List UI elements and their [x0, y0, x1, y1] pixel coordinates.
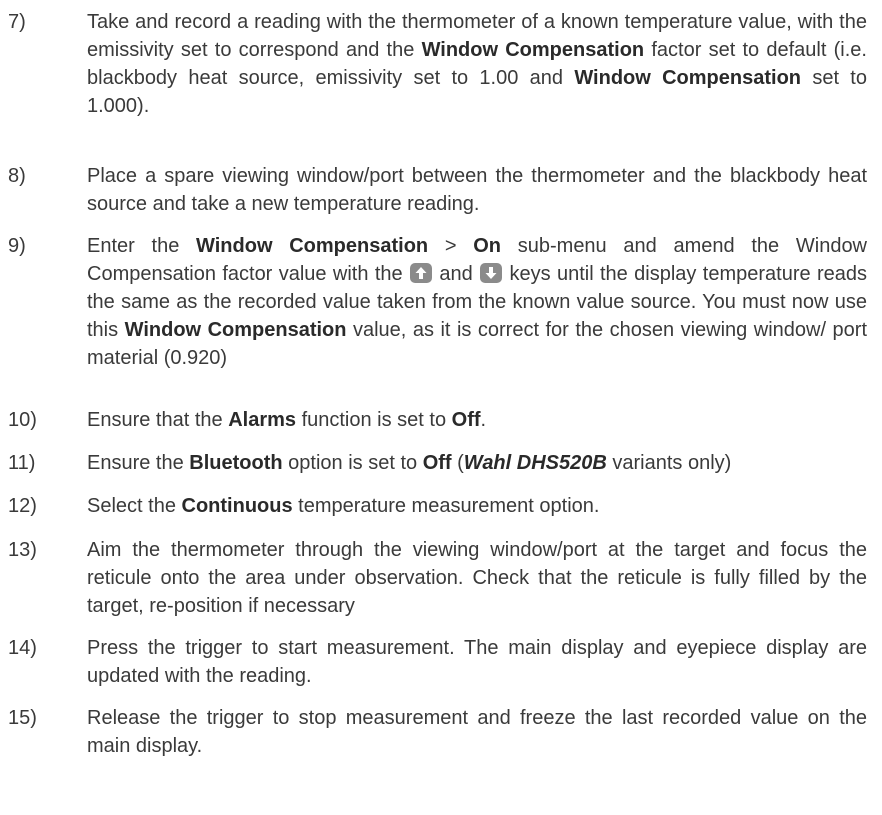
text-run: Press the trigger to start measurement. …	[87, 637, 867, 687]
step-number: 12)	[8, 495, 37, 517]
up-arrow-key-icon	[409, 263, 432, 283]
text-run: (	[451, 452, 464, 474]
step-number: 9)	[8, 235, 26, 257]
bold-term: Off	[422, 452, 452, 474]
text-run: option is set to	[282, 452, 423, 474]
step-text: Press the trigger to start measurement. …	[87, 634, 867, 690]
manual-page: 7) Take and record a reading with the the…	[0, 0, 882, 815]
step-text: Select the Continuous temperature measur…	[87, 492, 867, 520]
bold-term: Window Compensation	[421, 39, 645, 61]
step-text: Aim the thermometer through the viewing …	[87, 536, 867, 620]
emphasis-text: Wahl DHS520B	[463, 452, 607, 474]
text-run: Aim the thermometer through the viewing …	[87, 539, 867, 617]
down-arrow-key-icon	[480, 263, 503, 283]
text-run: variants only)	[606, 452, 732, 474]
text-run: temperature measurement option.	[292, 495, 600, 517]
step-number: 10)	[8, 409, 37, 431]
bold-term: Continuous	[181, 495, 293, 517]
bold-term: Window Compensation	[574, 67, 802, 89]
bold-term: Off	[451, 409, 481, 431]
bold-term: Window Compensation	[124, 319, 347, 341]
bold-term: Bluetooth	[189, 452, 283, 474]
step-text: Ensure the Bluetooth option is set to Of…	[87, 449, 867, 477]
text-run: Select the	[87, 495, 182, 517]
step-number: 13)	[8, 539, 37, 561]
step-number: 14)	[8, 637, 37, 659]
step-number: 11)	[8, 452, 36, 474]
text-run: Place a spare viewing window/port betwee…	[87, 165, 867, 215]
bold-term: Alarms	[228, 409, 297, 431]
step-text: Enter the Window Compensation > On sub-m…	[87, 232, 867, 372]
text-run: Ensure that the	[87, 409, 229, 431]
step-text: Release the trigger to stop measurement …	[87, 704, 867, 760]
step-text: Place a spare viewing window/port betwee…	[87, 162, 867, 218]
bold-term: On	[473, 235, 502, 257]
step-number: 7)	[8, 11, 26, 33]
text-run: and	[432, 263, 480, 285]
step-text: Ensure that the Alarms function is set t…	[87, 406, 867, 434]
text-run: Enter the	[87, 235, 197, 257]
step-number: 8)	[8, 165, 26, 187]
bold-term: Window Compensation	[196, 235, 429, 257]
step-number: 15)	[8, 707, 37, 729]
text-run: Ensure the	[87, 452, 190, 474]
bold-term: Wahl DHS520B	[464, 452, 607, 474]
text-run: >	[428, 235, 474, 257]
text-run: Release the trigger to stop measurement …	[87, 707, 867, 757]
step-text: Take and record a reading with the therm…	[87, 8, 867, 120]
text-run: .	[480, 409, 487, 431]
text-run: function is set to	[296, 409, 452, 431]
